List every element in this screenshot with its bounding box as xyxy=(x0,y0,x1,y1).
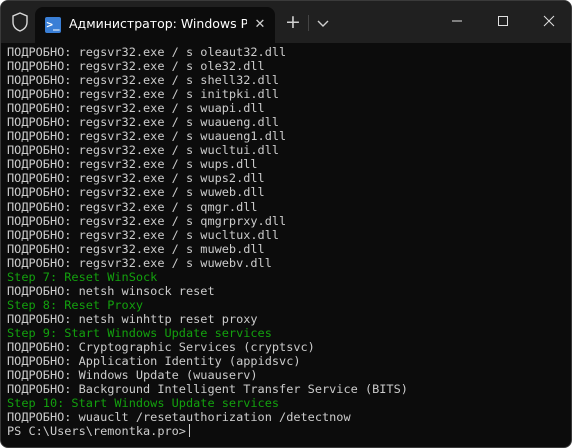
output-line: ПОДРОБНО: regsvr32.exe / s initpki.dll xyxy=(7,87,280,102)
output-line: ПОДРОБНО: netsh winhttp reset proxy xyxy=(7,311,258,326)
step-line: Step 7: Reset WinSock xyxy=(7,269,158,284)
powershell-icon: >_ xyxy=(45,17,61,33)
text-cursor xyxy=(188,424,190,438)
output-line: ПОДРОБНО: regsvr32.exe / s oleaut32.dll xyxy=(7,45,287,59)
close-tab-icon[interactable]: ✕ xyxy=(251,16,269,34)
step-line: Step 9: Start Windows Update services xyxy=(7,325,272,340)
output-line: ПОДРОБНО: regsvr32.exe / s ole32.dll xyxy=(7,59,265,74)
step-line: Step 10: Start Windows Update services xyxy=(7,396,280,411)
output-line: ПОДРОБНО: Cryptographic Services (crypts… xyxy=(7,339,315,354)
output-line: ПОДРОБНО: wuauclt /resetauthorization /d… xyxy=(7,410,351,425)
output-line: ПОДРОБНО: regsvr32.exe / s wups.dll xyxy=(7,157,258,172)
shield-icon[interactable] xyxy=(11,12,29,32)
new-tab-button[interactable]: + xyxy=(282,12,304,34)
minimize-button[interactable] xyxy=(434,1,480,41)
divider xyxy=(308,15,309,31)
prompt-text: PS C:\Users\remontka.pro> xyxy=(7,424,186,439)
output-line: ПОДРОБНО: Application Identity (appidsvc… xyxy=(7,354,301,369)
output-line: ПОДРОБНО: regsvr32.exe / s qmgrprxy.dll xyxy=(7,213,287,228)
output-line: ПОДРОБНО: Background Intelligent Transfe… xyxy=(7,382,408,397)
step-line: Step 8: Reset Proxy xyxy=(7,297,144,312)
output-line: ПОДРОБНО: regsvr32.exe / s wucltui.dll xyxy=(7,143,280,158)
output-line: ПОДРОБНО: regsvr32.exe / s wucltux.dll xyxy=(7,227,280,242)
output-line: ПОДРОБНО: regsvr32.exe / s wuwebv.dll xyxy=(7,255,272,270)
output-line: ПОДРОБНО: regsvr32.exe / s wups2.dll xyxy=(7,171,265,186)
output-line: ПОДРОБНО: regsvr32.exe / s muweb.dll xyxy=(7,241,265,256)
maximize-button[interactable] xyxy=(480,1,526,41)
output-line: ПОДРОБНО: regsvr32.exe / s wuaueng1.dll xyxy=(7,129,287,144)
output-line: ПОДРОБНО: regsvr32.exe / s wuapi.dll xyxy=(7,101,265,116)
tab-powershell[interactable]: >_ Администратор: Windows Po ✕ xyxy=(35,7,275,43)
output-line: ПОДРОБНО: regsvr32.exe / s wuweb.dll xyxy=(7,185,265,200)
close-button[interactable] xyxy=(526,1,572,41)
output-line: ПОДРОБНО: regsvr32.exe / s shell32.dll xyxy=(7,73,280,88)
output-line: ПОДРОБНО: regsvr32.exe / s qmgr.dll xyxy=(7,199,258,214)
output-line: ПОДРОБНО: netsh winsock reset xyxy=(7,283,215,298)
prompt-line[interactable]: PS C:\Users\remontka.pro> xyxy=(7,424,567,438)
terminal-output[interactable]: ПОДРОБНО: regsvr32.exe / s oleaut32.dll П… xyxy=(7,45,567,445)
title-bar: >_ Администратор: Windows Po ✕ + xyxy=(1,1,571,43)
output-line: ПОДРОБНО: Windows Update (wuauserv) xyxy=(7,368,258,383)
terminal-window: >_ Администратор: Windows Po ✕ + ПОДРОБН… xyxy=(0,0,572,448)
chevron-down-icon[interactable] xyxy=(313,13,333,33)
tab-title: Администратор: Windows Po xyxy=(69,16,247,31)
output-line: ПОДРОБНО: regsvr32.exe / s wuaueng.dll xyxy=(7,115,280,130)
